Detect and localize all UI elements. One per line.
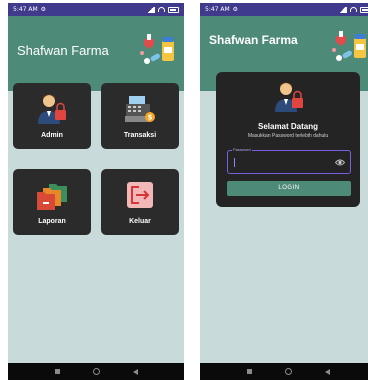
back-button[interactable] bbox=[324, 368, 330, 375]
keluar-label: Keluar bbox=[129, 218, 151, 225]
main-menu-screen: 5:47 AM ⚙ Shafwan Farma Admin $ Transaks… bbox=[8, 3, 184, 380]
notification-icon: ⚙ bbox=[232, 6, 239, 13]
status-bar: 5:47 AM ⚙ bbox=[8, 3, 184, 16]
wifi-icon bbox=[350, 7, 357, 12]
menu-grid: Admin $ Transaksi Laporan Keluar bbox=[8, 83, 184, 363]
navigation-bar bbox=[200, 363, 368, 380]
home-button[interactable] bbox=[284, 368, 292, 375]
transaksi-button[interactable]: $ Transaksi bbox=[101, 83, 179, 149]
battery-icon bbox=[168, 6, 179, 13]
transaksi-label: Transaksi bbox=[123, 132, 157, 139]
welcome-heading: Selamat Datang bbox=[257, 122, 319, 131]
text-cursor bbox=[234, 158, 235, 167]
admin-label: Admin bbox=[41, 132, 63, 139]
pharmacy-logo-icon bbox=[140, 34, 174, 64]
back-button[interactable] bbox=[132, 368, 138, 375]
status-time: 5:47 AM bbox=[205, 6, 230, 13]
laporan-button[interactable]: Laporan bbox=[13, 169, 91, 235]
password-input[interactable]: Password bbox=[227, 147, 351, 174]
password-label: Password bbox=[232, 147, 252, 152]
login-screen: 5:47 AM ⚙ Shafwan Farma Selamat Datang M… bbox=[200, 3, 368, 380]
signal-icon bbox=[338, 6, 347, 13]
battery-icon bbox=[360, 6, 368, 13]
admin-user-icon bbox=[38, 94, 66, 124]
exit-icon bbox=[127, 182, 153, 208]
admin-button[interactable]: Admin bbox=[13, 83, 91, 149]
login-card: Selamat Datang Masukkan Password terlebi… bbox=[216, 72, 360, 207]
home-button[interactable] bbox=[92, 368, 100, 375]
folders-icon bbox=[37, 184, 67, 210]
signal-icon bbox=[146, 6, 155, 13]
visibility-eye-icon[interactable] bbox=[335, 158, 345, 167]
status-bar: 5:47 AM ⚙ bbox=[200, 3, 368, 16]
recents-button[interactable] bbox=[54, 369, 60, 374]
svg-text:$: $ bbox=[148, 114, 153, 122]
status-time: 5:47 AM bbox=[13, 6, 38, 13]
password-hint: Masukkan Password terlebih dahulu bbox=[247, 133, 329, 139]
wifi-icon bbox=[158, 7, 165, 12]
app-title: Shafwan Farma bbox=[17, 43, 109, 58]
navigation-bar bbox=[8, 363, 184, 380]
cash-register-icon: $ bbox=[125, 96, 155, 122]
login-button[interactable]: LOGIN bbox=[227, 181, 351, 196]
laporan-label: Laporan bbox=[38, 218, 66, 225]
notification-icon: ⚙ bbox=[40, 6, 47, 13]
recents-button[interactable] bbox=[246, 369, 252, 374]
app-header: Shafwan Farma bbox=[8, 16, 184, 91]
keluar-button[interactable]: Keluar bbox=[101, 169, 179, 235]
pharmacy-logo-icon bbox=[332, 31, 366, 61]
admin-user-icon bbox=[275, 82, 303, 112]
app-title: Shafwan Farma bbox=[209, 33, 298, 47]
